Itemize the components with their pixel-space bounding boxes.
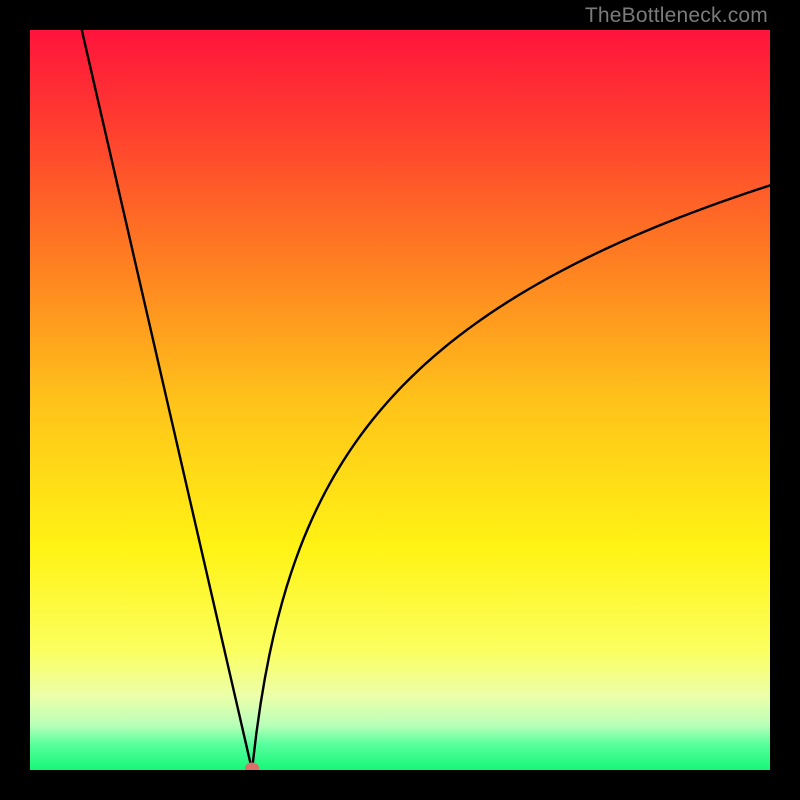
attribution-label: TheBottleneck.com (585, 4, 768, 28)
plot-area (30, 30, 770, 770)
chart-frame: TheBottleneck.com (0, 0, 800, 800)
bottleneck-chart (30, 30, 770, 770)
gradient-background (30, 30, 770, 770)
